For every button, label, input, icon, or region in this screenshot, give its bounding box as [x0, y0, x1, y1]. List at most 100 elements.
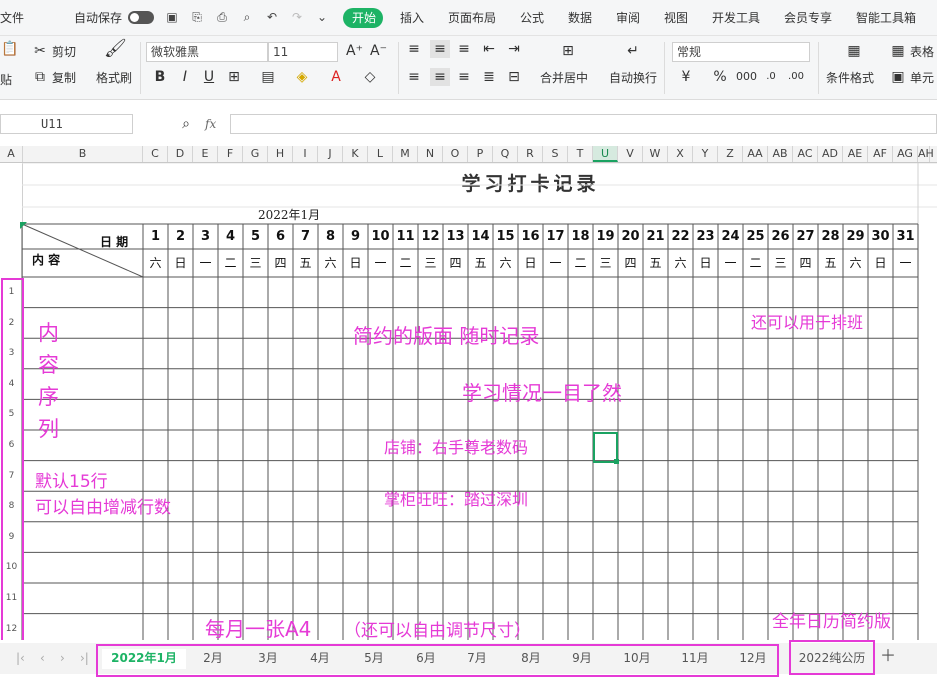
tab-page-layout[interactable]: 页面布局	[448, 10, 496, 26]
fx-icon[interactable]: fx	[205, 116, 216, 132]
day-number[interactable]: 24	[718, 225, 743, 249]
column-header[interactable]: D	[168, 146, 193, 162]
weekday[interactable]: 六	[668, 251, 693, 275]
format-painter-icon[interactable]: 🖌	[104, 40, 127, 58]
weekday[interactable]: 一	[368, 251, 393, 275]
day-number[interactable]: 31	[893, 225, 918, 249]
paste-icon[interactable]: 📋	[0, 40, 20, 58]
day-number[interactable]: 25	[743, 225, 768, 249]
tab-member[interactable]: 会员专享	[784, 10, 832, 26]
weekday[interactable]: 五	[643, 251, 668, 275]
day-number[interactable]: 10	[368, 225, 393, 249]
copy-icon[interactable]: ⧉	[32, 68, 48, 86]
weekday[interactable]: 一	[893, 251, 918, 275]
column-header[interactable]: P	[468, 146, 493, 162]
day-number[interactable]: 29	[843, 225, 868, 249]
align-right-icon[interactable]: ≡	[456, 68, 472, 86]
cut-button[interactable]: 剪切	[52, 44, 76, 60]
day-number[interactable]: 14	[468, 225, 493, 249]
zoom-icon[interactable]: ⌕	[178, 115, 194, 133]
day-number[interactable]: 26	[768, 225, 793, 249]
fill-pattern-icon[interactable]: ▤	[260, 68, 276, 86]
weekday[interactable]: 日	[518, 251, 543, 275]
underline-icon[interactable]: U	[201, 68, 217, 86]
day-number[interactable]: 30	[868, 225, 893, 249]
menu-file[interactable]: 文件	[0, 10, 24, 26]
weekday[interactable]: 二	[568, 251, 593, 275]
number-format-select[interactable]: 常规	[672, 42, 810, 62]
column-header[interactable]: H	[268, 146, 293, 162]
column-header[interactable]: O	[443, 146, 468, 162]
autosave-toggle[interactable]	[128, 11, 154, 24]
column-header[interactable]: AG	[893, 146, 918, 162]
font-name-select[interactable]: 微软雅黑	[146, 42, 268, 62]
sheet-tab-sep[interactable]: 9月	[558, 650, 606, 666]
tab-developer[interactable]: 开发工具	[712, 10, 760, 26]
column-header[interactable]: F	[218, 146, 243, 162]
weekday[interactable]: 四	[618, 251, 643, 275]
weekday[interactable]: 二	[218, 251, 243, 275]
weekday[interactable]: 四	[268, 251, 293, 275]
day-number[interactable]: 8	[318, 225, 343, 249]
merge-center-button[interactable]: 合并居中	[540, 70, 588, 86]
day-number[interactable]: 13	[443, 225, 468, 249]
column-header[interactable]: Q	[493, 146, 518, 162]
align-center-icon[interactable]: ≡	[430, 68, 450, 86]
sheet-tab-jun[interactable]: 6月	[402, 650, 450, 666]
column-header[interactable]: AD	[818, 146, 843, 162]
day-number[interactable]: 5	[243, 225, 268, 249]
align-bottom-icon[interactable]: ≡	[456, 40, 472, 58]
day-number[interactable]: 9	[343, 225, 368, 249]
weekday[interactable]: 六	[143, 251, 168, 275]
column-header[interactable]: A	[0, 146, 23, 162]
column-header[interactable]: N	[418, 146, 443, 162]
tab-data[interactable]: 数据	[568, 10, 592, 26]
undo-icon[interactable]: ↶	[264, 9, 280, 25]
distribute-icon[interactable]: ⊟	[506, 68, 522, 86]
next-sheet-icon[interactable]: ›	[60, 650, 65, 666]
print-preview-icon[interactable]: ⌕	[239, 9, 255, 25]
align-middle-icon[interactable]: ≡	[430, 40, 450, 58]
day-number[interactable]: 21	[643, 225, 668, 249]
export-pdf-icon[interactable]: ⎘	[189, 9, 205, 25]
weekday[interactable]: 三	[418, 251, 443, 275]
column-header[interactable]: C	[143, 146, 168, 162]
weekday[interactable]: 二	[393, 251, 418, 275]
column-header[interactable]: U	[593, 146, 618, 162]
align-top-icon[interactable]: ≡	[406, 40, 422, 58]
day-number[interactable]: 20	[618, 225, 643, 249]
sheet-tab-aug[interactable]: 8月	[507, 650, 555, 666]
weekday[interactable]: 一	[193, 251, 218, 275]
wrap-text-icon[interactable]: ↵	[622, 42, 644, 60]
day-number[interactable]: 27	[793, 225, 818, 249]
weekday[interactable]: 四	[793, 251, 818, 275]
column-header[interactable]: J	[318, 146, 343, 162]
weekday[interactable]: 二	[743, 251, 768, 275]
tab-insert[interactable]: 插入	[400, 10, 424, 26]
column-header[interactable]: V	[618, 146, 643, 162]
day-number[interactable]: 1	[143, 225, 168, 249]
merge-cells-icon[interactable]: ⊞	[557, 42, 579, 60]
indent-decrease-icon[interactable]: ⇤	[481, 40, 497, 58]
column-header[interactable]: T	[568, 146, 593, 162]
column-header[interactable]: AH	[918, 146, 934, 162]
day-number[interactable]: 16	[518, 225, 543, 249]
column-header[interactable]: E	[193, 146, 218, 162]
day-number[interactable]: 7	[293, 225, 318, 249]
weekday[interactable]: 日	[343, 251, 368, 275]
thousands-icon[interactable]: 000	[736, 68, 757, 86]
tab-formula[interactable]: 公式	[520, 10, 544, 26]
sheet-tab-apr[interactable]: 4月	[296, 650, 344, 666]
tab-home[interactable]: 开始	[343, 8, 383, 28]
conditional-format-button[interactable]: 条件格式	[826, 70, 874, 86]
day-number[interactable]: 17	[543, 225, 568, 249]
clear-format-icon[interactable]: ◇	[362, 68, 378, 86]
column-header[interactable]: G	[243, 146, 268, 162]
weekday[interactable]: 六	[493, 251, 518, 275]
name-box[interactable]: U11	[0, 114, 133, 134]
prev-sheet-icon[interactable]: ‹	[40, 650, 45, 666]
column-header[interactable]: L	[368, 146, 393, 162]
weekday[interactable]: 五	[818, 251, 843, 275]
sheet-tab-jan[interactable]: 2022年1月	[104, 650, 184, 666]
day-number[interactable]: 4	[218, 225, 243, 249]
